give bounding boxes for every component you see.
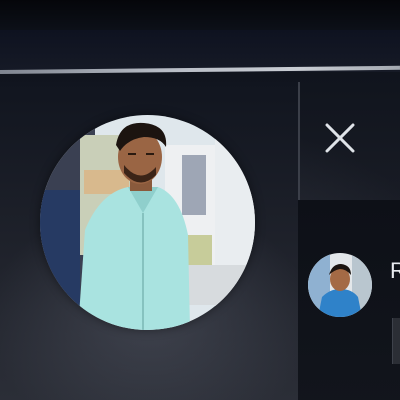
contact-item[interactable]: R: [300, 250, 400, 320]
contact-name: R: [390, 258, 400, 283]
profile-avatar[interactable]: [40, 115, 255, 330]
close-button[interactable]: [320, 118, 360, 158]
contact-avatar: [308, 253, 372, 317]
side-panel-edge: [392, 318, 400, 364]
top-bar: [0, 0, 400, 30]
screen: R: [0, 0, 400, 400]
close-icon: [325, 123, 355, 153]
contact-photo: [308, 253, 372, 317]
profile-photo: [40, 115, 255, 330]
